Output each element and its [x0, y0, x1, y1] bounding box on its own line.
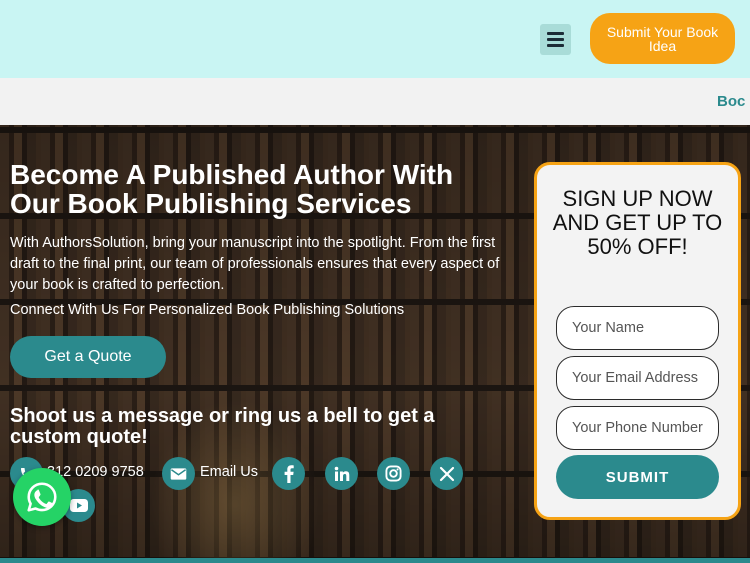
- instagram-icon[interactable]: [377, 457, 410, 490]
- facebook-icon[interactable]: [272, 457, 305, 490]
- custom-quote-heading: Shoot us a message or ring us a bell to …: [10, 405, 435, 448]
- hamburger-menu-icon[interactable]: [540, 24, 571, 55]
- ticker-text: Boc: [717, 93, 746, 110]
- email-field[interactable]: [556, 356, 719, 400]
- whatsapp-icon[interactable]: [13, 468, 71, 526]
- linkedin-icon[interactable]: [325, 457, 358, 490]
- scrolling-ticker: Boc: [0, 78, 750, 125]
- hero-intro-text: With AuthorsSolution, bring your manuscr…: [10, 235, 500, 293]
- name-field[interactable]: [556, 306, 719, 350]
- hero-connect-text: Connect With Us For Personalized Book Pu…: [10, 302, 405, 318]
- phone-field[interactable]: [556, 406, 719, 450]
- email-icon[interactable]: [162, 457, 195, 490]
- get-a-quote-button[interactable]: Get a Quote: [10, 336, 166, 378]
- signup-form-title: SIGN UP NOW AND GET UP TO 50% OFF!: [552, 186, 723, 259]
- signup-form: SIGN UP NOW AND GET UP TO 50% OFF! SUBMI…: [534, 162, 741, 520]
- hero-bottom-divider: [0, 558, 750, 563]
- submit-book-idea-button[interactable]: Submit Your Book Idea: [590, 13, 735, 64]
- submit-button[interactable]: SUBMIT: [556, 455, 719, 499]
- hero-headline: Become A Published Author With Our Book …: [10, 159, 454, 219]
- x-twitter-icon[interactable]: [430, 457, 463, 490]
- top-header: Submit Your Book Idea: [0, 0, 750, 78]
- email-us-link[interactable]: Email Us: [200, 464, 258, 480]
